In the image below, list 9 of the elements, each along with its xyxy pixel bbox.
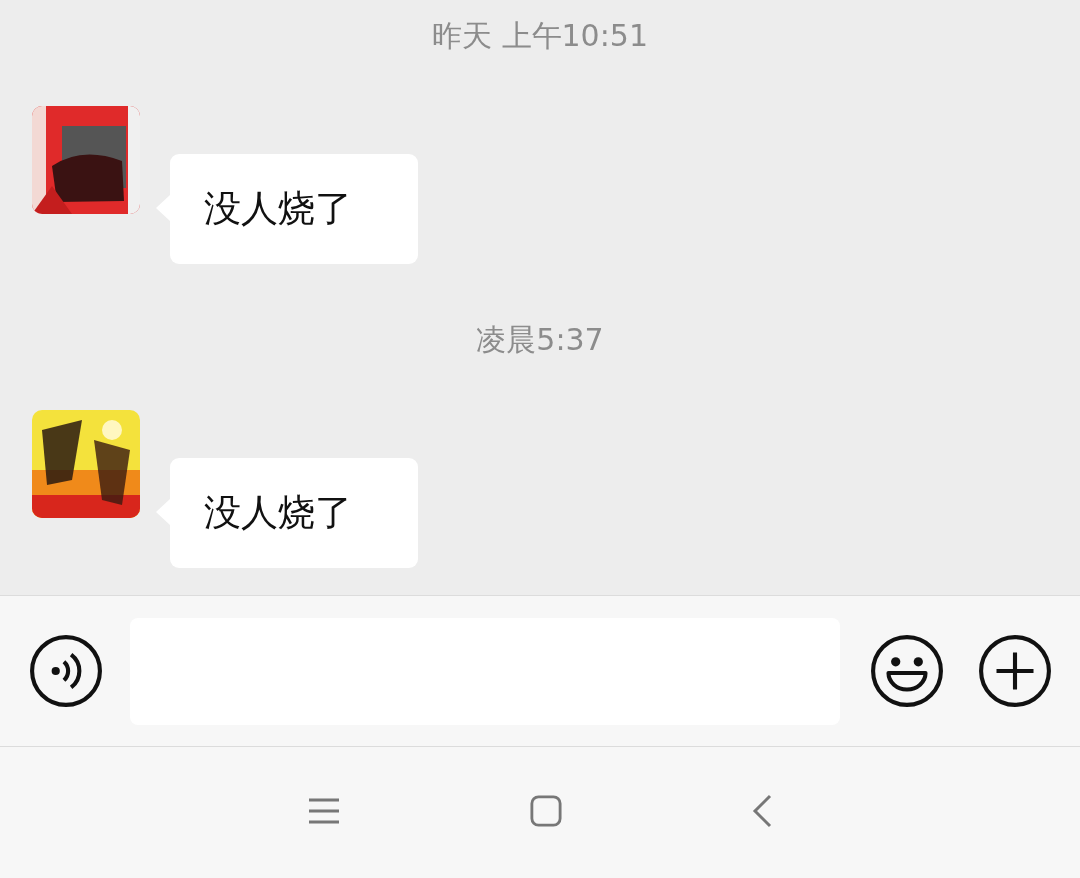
message-bubble: 没人烧了	[170, 154, 418, 264]
home-icon[interactable]	[530, 794, 562, 827]
back-icon[interactable]	[752, 793, 772, 828]
timestamp: 昨天 上午10:51	[432, 17, 648, 55]
message-bubble: 没人烧了	[170, 458, 418, 568]
voice-icon[interactable]	[29, 634, 103, 708]
emoji-icon[interactable]	[870, 634, 944, 708]
timestamp: 凌晨5:37	[476, 321, 604, 359]
plus-icon[interactable]	[978, 634, 1052, 708]
